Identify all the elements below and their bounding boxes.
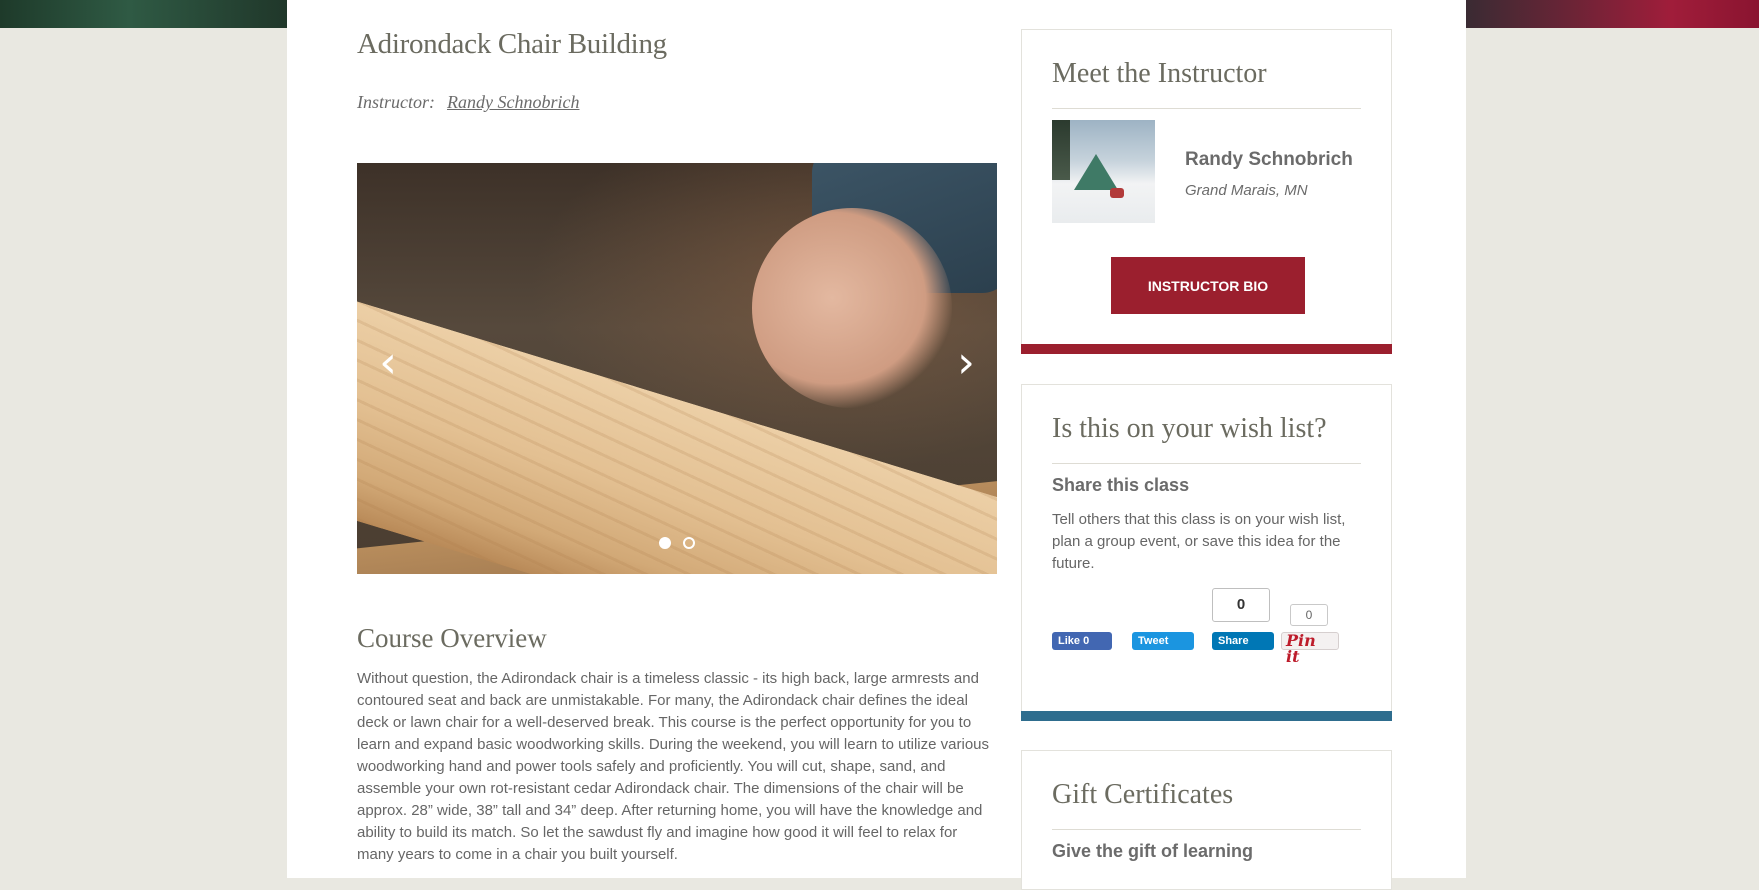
course-overview-text: Without question, the Adirondack chair i…	[357, 670, 989, 863]
gift-certificates-card: Gift Certificates Give the gift of learn…	[1021, 750, 1392, 890]
photo-tent	[1074, 154, 1118, 190]
instructor-card-accent-bar	[1021, 344, 1392, 354]
instructor-bio-button[interactable]: INSTRUCTOR BIO	[1111, 257, 1305, 314]
pinterest-pin-label: Pin it	[1286, 631, 1316, 666]
divider	[1052, 829, 1361, 830]
instructor-location: Grand Marais, MN	[1185, 182, 1308, 199]
instructor-label: Instructor:	[357, 92, 435, 112]
wish-list-card-accent-bar	[1021, 711, 1392, 721]
chevron-left-icon[interactable]: ‹	[373, 341, 403, 385]
photo-tree	[1052, 120, 1070, 180]
pinterest-pin-count: 0	[1290, 604, 1328, 626]
instructor-photo[interactable]	[1052, 120, 1155, 223]
carousel-dot-1[interactable]	[658, 536, 671, 549]
twitter-tweet-button[interactable]: Tweet	[1132, 632, 1194, 650]
page-content: Adirondack Chair Building Instructor: Ran…	[287, 0, 1466, 890]
chevron-right-icon[interactable]: ›	[951, 341, 981, 385]
carousel-dot-2[interactable]	[683, 536, 696, 549]
course-title: Adirondack Chair Building	[357, 28, 667, 60]
course-overview-heading: Course Overview	[357, 623, 547, 653]
background-photo-right	[1466, 0, 1759, 28]
gift-certificates-subtitle: Give the gift of learning	[1052, 841, 1254, 861]
twitter-tweet-label: Tweet	[1138, 635, 1169, 647]
divider	[1052, 463, 1361, 464]
divider	[1052, 108, 1361, 109]
share-description: Tell others that this class is on your w…	[1052, 511, 1346, 572]
gift-certificates-title: Gift Certificates	[1052, 779, 1234, 810]
instructor-name: Randy Schnobrich	[1185, 149, 1353, 170]
background-photo-left	[0, 0, 287, 28]
linkedin-share-label: Share	[1218, 635, 1249, 647]
instructor-card: Meet the Instructor Randy Schnobrich Gra…	[1021, 29, 1392, 354]
facebook-like-label: Like 0	[1058, 635, 1090, 647]
instructor-line: Instructor: Randy Schnobrich	[357, 92, 579, 113]
share-heading: Share this class	[1052, 475, 1190, 495]
instructor-link[interactable]: Randy Schnobrich	[447, 92, 579, 112]
photo-person	[1110, 188, 1124, 198]
image-carousel: ‹ ›	[357, 163, 997, 574]
wish-list-card: Is this on your wish list? Share this cl…	[1021, 384, 1392, 721]
wish-list-title: Is this on your wish list?	[1052, 413, 1327, 444]
pinterest-pin-button[interactable]: Pin it	[1281, 632, 1339, 665]
instructor-card-title: Meet the Instructor	[1052, 58, 1267, 89]
facebook-like-button[interactable]: Like 0	[1052, 632, 1112, 650]
carousel-photo-hand	[752, 208, 952, 408]
carousel-pagination	[357, 534, 997, 552]
linkedin-share-button[interactable]: Share	[1212, 632, 1274, 650]
linkedin-share-count: 0	[1212, 588, 1270, 622]
